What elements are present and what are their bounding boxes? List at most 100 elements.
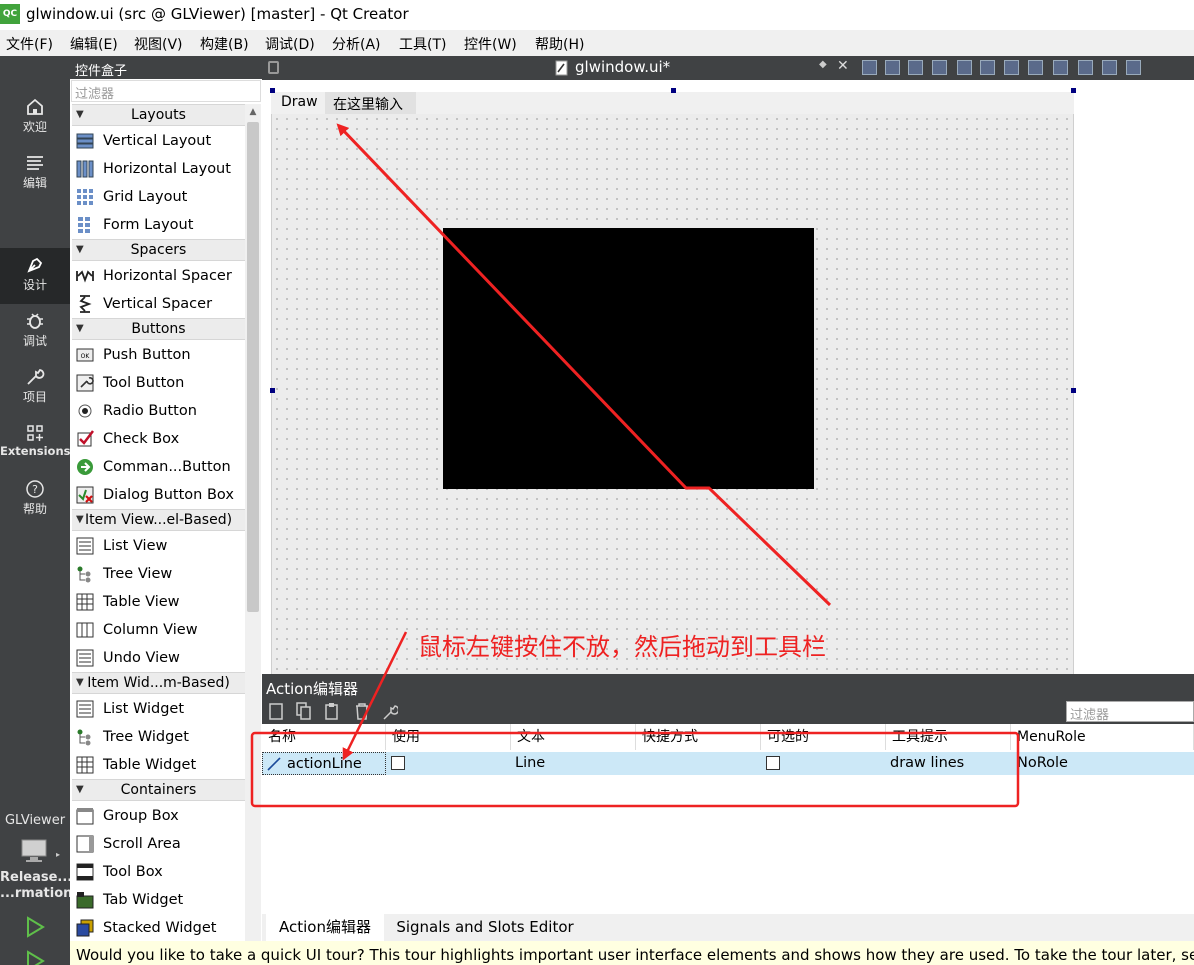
action-filter-input[interactable]: 过滤器	[1066, 701, 1194, 723]
widget-box-scrollbar[interactable]: ▲	[245, 104, 261, 944]
layout-splitter-v-icon[interactable]	[1028, 60, 1043, 75]
category-buttons[interactable]: ▼ Buttons	[72, 318, 245, 340]
menu-file[interactable]: 文件(F)	[6, 34, 53, 54]
form-tool-tab-order-icon[interactable]	[932, 60, 947, 75]
widget-table-widget[interactable]: Table Widget	[72, 751, 245, 779]
mode-debug[interactable]: 调试	[0, 304, 70, 360]
tab-signals-slots[interactable]: Signals and Slots Editor	[390, 914, 580, 941]
kit-expand-icon: ▸	[56, 850, 61, 859]
widget-list-view[interactable]: List View	[72, 532, 245, 560]
configure-wrench-icon[interactable]	[382, 702, 398, 721]
widget-column-view[interactable]: Column View	[72, 616, 245, 644]
widget-tool-button[interactable]: Tool Button	[72, 369, 245, 397]
column-header-used[interactable]: 使用	[386, 724, 511, 750]
menu-analyze[interactable]: 分析(A)	[332, 34, 381, 54]
title-bar: QC glwindow.ui (src @ GLViewer) [master]…	[0, 0, 1194, 30]
column-header-menurole[interactable]: MenuRole	[1011, 724, 1194, 750]
close-icon[interactable]: ✕	[837, 58, 849, 74]
category-item-widgets[interactable]: ▼ Item Wid...m-Based)	[72, 672, 245, 694]
layout-grid-icon[interactable]	[1053, 60, 1068, 75]
widget-tab-widget[interactable]: Tab Widget	[72, 886, 245, 914]
copy-icon[interactable]	[296, 702, 312, 721]
category-spacers[interactable]: ▼ Spacers	[72, 239, 245, 261]
widget-dialog-button-box[interactable]: Dialog Button Box	[72, 481, 245, 509]
column-header-shortcut[interactable]: 快捷方式	[636, 724, 761, 750]
action-menurole-cell[interactable]: NoRole	[1017, 752, 1068, 775]
scroll-up-icon[interactable]: ▲	[245, 104, 261, 120]
widget-tool-box[interactable]: Tool Box	[72, 858, 245, 886]
action-text-cell[interactable]: Line	[515, 752, 545, 775]
column-header-tooltip[interactable]: 工具提示	[886, 724, 1011, 750]
tab-action-editor[interactable]: Action编辑器	[266, 914, 384, 941]
widget-grid-layout[interactable]: Grid Layout	[72, 183, 245, 211]
mode-welcome[interactable]: 欢迎	[0, 90, 70, 146]
widget-form-layout[interactable]: Form Layout	[72, 211, 245, 239]
menu-widgets[interactable]: 控件(W)	[464, 34, 517, 54]
menu-view[interactable]: 视图(V)	[134, 34, 183, 54]
action-tooltip-cell[interactable]: draw lines	[890, 752, 964, 775]
mode-edit[interactable]: 编辑	[0, 146, 70, 202]
menu-build[interactable]: 构建(B)	[200, 34, 249, 54]
category-containers[interactable]: ▼ Containers	[72, 779, 245, 801]
layout-vertical-icon[interactable]	[980, 60, 995, 75]
category-item-views[interactable]: ▼ Item View...el-Based)	[72, 509, 245, 531]
resize-handle[interactable]	[1071, 388, 1076, 393]
layout-form-icon[interactable]	[1078, 60, 1093, 75]
widget-box-filter[interactable]: 过滤器	[71, 80, 261, 102]
menu-debug[interactable]: 调试(D)	[265, 34, 315, 54]
resize-handle[interactable]	[270, 88, 275, 93]
form-tool-buddy-icon[interactable]	[908, 60, 923, 75]
mode-help[interactable]: ? 帮助	[0, 472, 70, 528]
break-layout-icon[interactable]	[1102, 60, 1117, 75]
mode-extensions[interactable]: Extensions	[0, 416, 70, 472]
menu-draw[interactable]: Draw	[281, 94, 318, 110]
widget-vertical-layout[interactable]: Vertical Layout	[72, 127, 245, 155]
widget-group-box[interactable]: Group Box	[72, 802, 245, 830]
widget-stacked-widget[interactable]: Stacked Widget	[72, 914, 245, 942]
menu-edit[interactable]: 编辑(E)	[70, 34, 118, 54]
category-layouts[interactable]: ▼ Layouts	[72, 104, 245, 126]
widget-radio-button[interactable]: Radio Button	[72, 397, 245, 425]
layout-splitter-h-icon[interactable]	[1004, 60, 1019, 75]
widget-vertical-spacer[interactable]: Vertical Spacer	[72, 290, 245, 318]
widget-tree-widget[interactable]: Tree Widget	[72, 723, 245, 751]
widget-tree-view[interactable]: Tree View	[72, 560, 245, 588]
widget-horizontal-layout[interactable]: Horizontal Layout	[72, 155, 245, 183]
layout-horizontal-icon[interactable]	[957, 60, 972, 75]
file-dropdown-icon[interactable]: ◆	[819, 59, 827, 70]
menu-help[interactable]: 帮助(H)	[535, 34, 584, 54]
paste-icon[interactable]	[324, 702, 340, 721]
widget-command-link-button[interactable]: Comman...Button	[72, 453, 245, 481]
delete-icon[interactable]	[354, 702, 370, 721]
kit-selector[interactable]: GLViewer ▸ Release... ...rmation	[0, 806, 72, 965]
resize-handle[interactable]	[671, 88, 676, 93]
widget-list-widget[interactable]: List Widget	[72, 695, 245, 723]
menu-tools[interactable]: 工具(T)	[399, 34, 446, 54]
resize-handle[interactable]	[270, 388, 275, 393]
resize-handle[interactable]	[1071, 88, 1076, 93]
form-tool-signals-icon[interactable]	[885, 60, 900, 75]
new-action-icon[interactable]	[268, 702, 284, 721]
column-header-text[interactable]: 文本	[511, 724, 636, 750]
form-tool-widget-mode-icon[interactable]	[862, 60, 877, 75]
widget-push-button[interactable]: OK Push Button	[72, 341, 245, 369]
widget-check-box[interactable]: Check Box	[72, 425, 245, 453]
widget-undo-view[interactable]: Undo View	[72, 644, 245, 672]
widget-scroll-area[interactable]: Scroll Area	[72, 830, 245, 858]
adjust-size-icon[interactable]	[1126, 60, 1141, 75]
mode-design[interactable]: 设计	[0, 248, 70, 304]
mode-projects[interactable]: 项目	[0, 360, 70, 416]
used-checkbox[interactable]	[391, 756, 405, 770]
widget-table-view[interactable]: Table View	[72, 588, 245, 616]
menu-type-here[interactable]: 在这里输入	[325, 92, 416, 114]
column-header-name[interactable]: 名称	[262, 724, 386, 750]
column-header-checkable[interactable]: 可选的	[761, 724, 886, 750]
action-name-cell[interactable]: actionLine	[262, 752, 386, 775]
run-icon[interactable]	[24, 916, 46, 938]
scrollbar-thumb[interactable]	[247, 122, 259, 612]
opengl-widget[interactable]	[443, 228, 814, 489]
checkable-checkbox[interactable]	[766, 756, 780, 770]
widget-horizontal-spacer[interactable]: Horizontal Spacer	[72, 262, 245, 290]
editor-file-name[interactable]: glwindow.ui*	[575, 58, 670, 76]
debug-run-icon[interactable]	[24, 950, 46, 965]
